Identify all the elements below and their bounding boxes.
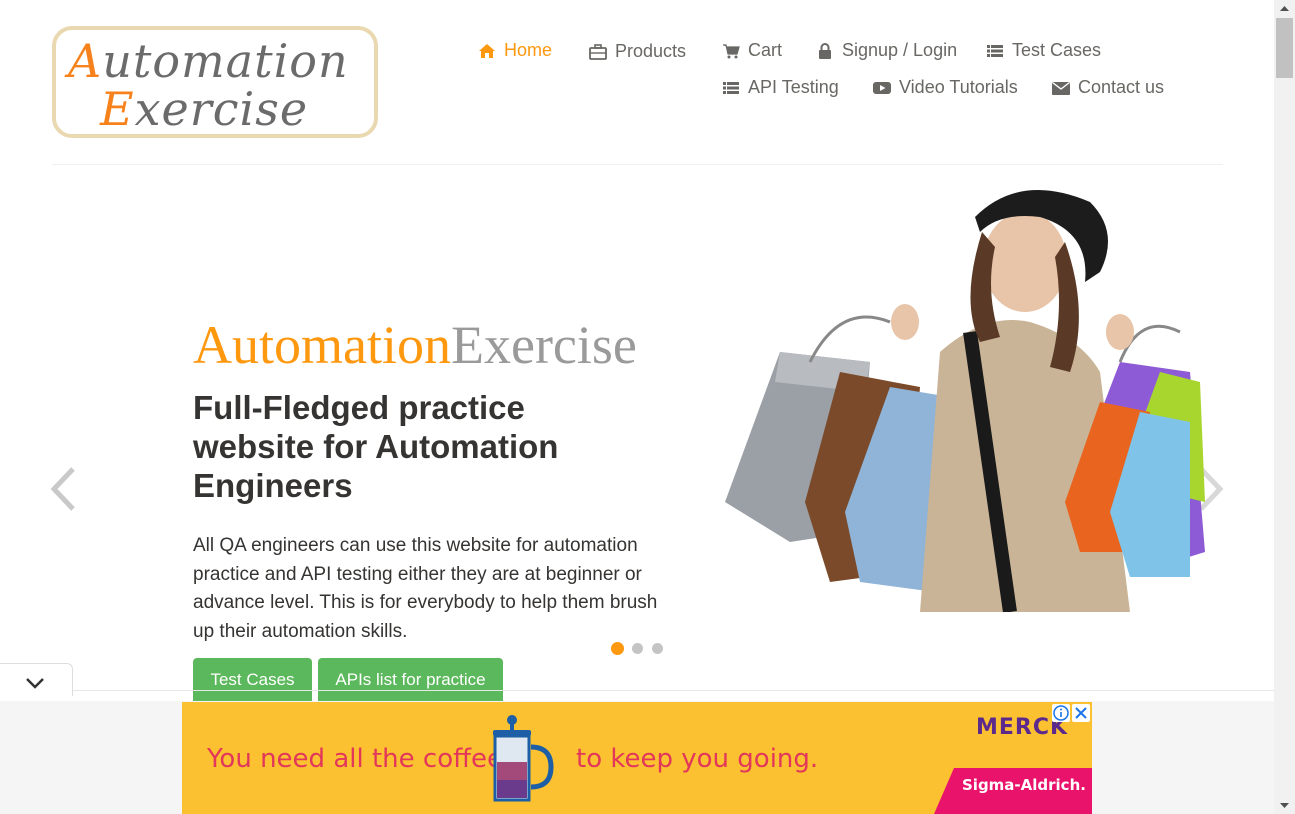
slide-heading: Full-Fledged practice website for Automa… [193, 389, 559, 504]
lock-icon [819, 42, 831, 59]
ad-close-button[interactable] [1072, 704, 1090, 722]
logo-line-2: Exercise [100, 82, 309, 136]
scroll-down-icon[interactable] [1274, 797, 1295, 814]
hero-shopping-girl-image [725, 190, 1205, 612]
nav-api-testing[interactable]: API Testing [722, 77, 839, 98]
scrollbar-thumb[interactable] [1276, 18, 1293, 78]
info-icon [1053, 705, 1069, 721]
apis-list-button[interactable]: APIs list for practice [318, 658, 503, 702]
french-press-icon [493, 715, 554, 802]
briefcase-icon [589, 43, 607, 60]
close-icon [1075, 707, 1087, 719]
nav-products-label: Products [615, 41, 687, 61]
envelope-icon [1052, 81, 1070, 95]
nav-contact-label: Contact us [1078, 77, 1165, 97]
slide-title: AutomationExercise [193, 315, 637, 375]
carousel-dot-1[interactable] [611, 642, 624, 655]
nav-video-label: Video Tutorials [899, 77, 1018, 97]
collapse-ad-toggle[interactable] [0, 663, 73, 696]
youtube-play-icon [873, 81, 891, 94]
nav-cart[interactable]: Cart [722, 40, 782, 61]
chevron-down-icon [26, 678, 44, 689]
ad-sub-brand: Sigma-Aldrich. [962, 776, 1086, 794]
carousel-prev-arrow-icon[interactable] [48, 466, 78, 512]
nav-test-cases[interactable]: Test Cases [986, 40, 1101, 61]
header-divider [52, 164, 1223, 165]
nav-test-cases-label: Test Cases [1012, 40, 1102, 60]
test-cases-button[interactable]: Test Cases [193, 658, 312, 702]
carousel-dot-3[interactable] [652, 643, 663, 654]
ad-text-1: You need all the coffee [207, 744, 504, 774]
list-icon [723, 81, 739, 94]
nav-signup-label: Signup / Login [842, 40, 958, 60]
list-icon [987, 44, 1003, 57]
nav-products[interactable]: Products [589, 41, 686, 62]
carousel-dot-2[interactable] [632, 643, 643, 654]
ad-info-button[interactable] [1052, 704, 1070, 722]
page-scrollbar[interactable] [1274, 0, 1295, 814]
logo-line-1: Automation [68, 34, 349, 88]
nav-home-label: Home [504, 40, 553, 60]
nav-contact-us[interactable]: Contact us [1052, 77, 1164, 98]
nav-signup-login[interactable]: Signup / Login [816, 40, 957, 61]
ad-banner[interactable]: You need all the coffee to keep you goin… [182, 702, 1092, 814]
nav-home[interactable]: Home [478, 40, 552, 61]
nav-video-tutorials[interactable]: Video Tutorials [873, 77, 1018, 98]
nav-cart-label: Cart [748, 40, 783, 60]
scroll-up-icon[interactable] [1274, 0, 1295, 17]
site-logo[interactable]: Automation Exercise [52, 26, 378, 138]
ad-text-2: to keep you going. [576, 744, 819, 774]
home-icon [479, 43, 495, 58]
slide-description: All QA engineers can use this website fo… [193, 535, 658, 642]
nav-api-testing-label: API Testing [748, 77, 839, 97]
content-divider [0, 690, 1274, 691]
shopping-cart-icon [723, 43, 740, 58]
